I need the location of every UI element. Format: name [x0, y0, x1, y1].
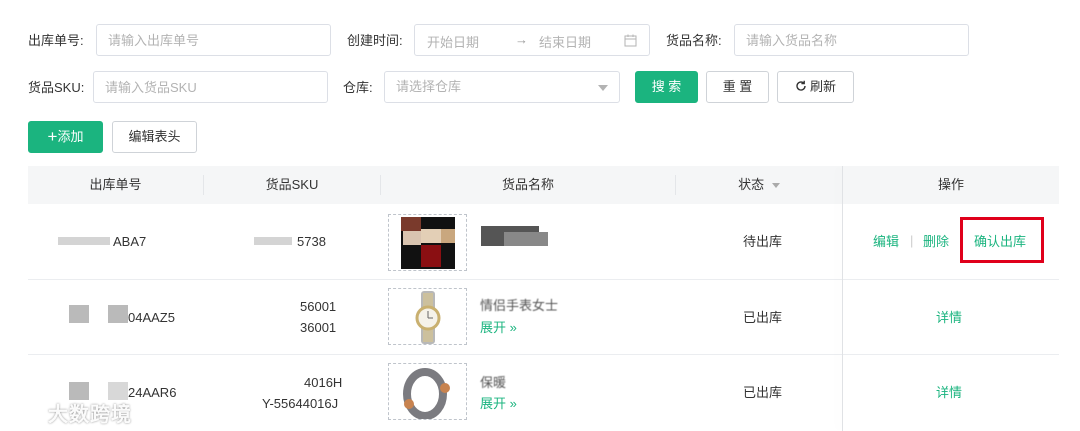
out-no-cell: 04AAZ5 — [128, 310, 175, 325]
detail-link[interactable]: 详情 — [936, 309, 962, 327]
product-image — [401, 217, 455, 269]
sku-cell: 36001 — [300, 320, 337, 335]
table-row: 24AAR6 4016H Y-55644016J 保暖 展开 » 已出库 详情 — [28, 355, 1059, 431]
range-arrow: → — [515, 32, 528, 47]
out-no-label: 出库单号: — [28, 33, 84, 48]
refresh-icon — [796, 80, 806, 91]
reset-button[interactable]: 重 置 — [706, 71, 769, 103]
status-cell: 已出库 — [743, 310, 783, 325]
delete-link[interactable]: 删除 — [923, 233, 949, 251]
created-time-label: 创建时间: — [347, 33, 403, 48]
calendar-icon — [624, 34, 637, 47]
warehouse-placeholder: 请选择仓库 — [396, 79, 462, 94]
expand-link[interactable]: 展开 » — [480, 395, 517, 413]
warehouse-select[interactable]: 请选择仓库 — [384, 71, 620, 103]
out-no-cell: ABA7 — [113, 234, 147, 249]
product-thumbnail[interactable] — [388, 288, 467, 345]
goods-name-cell: 情侣手表女士 — [480, 298, 559, 313]
col-out-no: 出库单号 — [89, 177, 142, 192]
col-operations: 操作 — [937, 177, 964, 192]
edit-header-button[interactable]: 编辑表头 — [112, 121, 197, 153]
end-date-placeholder: 结束日期 — [539, 35, 592, 50]
refresh-button[interactable]: 刷新 — [777, 71, 854, 103]
goods-name-cell: 保暖 — [480, 375, 507, 390]
goods-name-label: 货品名称: — [666, 33, 722, 48]
date-range-picker[interactable]: 开始日期 → 结束日期 — [414, 24, 650, 56]
warehouse-label: 仓库: — [343, 80, 373, 95]
table-row: ABA7 5738 待出库 编辑 | 删除 确认出库 — [28, 204, 1059, 280]
chevron-down-icon — [598, 85, 608, 91]
sku-label: 货品SKU: — [28, 80, 85, 95]
sku-cell: Y-55644016J — [262, 396, 339, 411]
col-sku: 货品SKU — [265, 177, 319, 192]
status-header-label: 状态 — [738, 177, 765, 192]
watermark: 大数跨境 — [8, 398, 132, 427]
refresh-label: 刷新 — [809, 79, 836, 94]
table-row: 04AAZ5 56001 36001 情侣手表女士 展开 » 已出库 详情 — [28, 280, 1059, 355]
search-button[interactable]: 搜 索 — [635, 71, 698, 103]
col-status[interactable]: 状态 — [676, 166, 842, 204]
redacted-block — [254, 237, 292, 245]
status-cell: 已出库 — [743, 385, 783, 400]
out-no-cell: 24AAR6 — [128, 385, 177, 400]
add-label: 添加 — [57, 129, 84, 144]
expand-link[interactable]: 展开 » — [480, 319, 517, 337]
watch-image — [415, 291, 441, 344]
sku-input[interactable] — [93, 71, 328, 103]
redacted-block — [69, 305, 89, 323]
confirm-outbound-link[interactable]: 确认出库 — [974, 233, 1026, 251]
detail-link[interactable]: 详情 — [936, 384, 962, 402]
col-goods-name: 货品名称 — [501, 177, 554, 192]
status-cell: 待出库 — [743, 234, 783, 249]
product-thumbnail[interactable] — [388, 214, 467, 271]
redacted-block — [58, 237, 110, 245]
fixed-column-divider — [842, 166, 843, 431]
sku-cell: 56001 — [300, 299, 337, 314]
chat-bubble-icon — [8, 405, 48, 427]
out-no-input[interactable] — [96, 24, 331, 56]
watermark-text: 大数跨境 — [48, 404, 132, 426]
table-header: 出库单号 货品SKU 货品名称 状态 操作 — [28, 166, 1059, 204]
sku-cell: 5738 — [297, 234, 326, 249]
redacted-block — [504, 232, 548, 246]
bracelet-image — [403, 368, 450, 419]
sort-caret-icon[interactable] — [771, 183, 780, 188]
goods-name-input[interactable] — [734, 24, 969, 56]
plus-icon: + — [47, 127, 58, 146]
op-separator: | — [910, 233, 914, 248]
start-date-placeholder: 开始日期 — [427, 35, 480, 50]
add-button[interactable]: +添加 — [28, 121, 103, 153]
sku-cell: 4016H — [304, 375, 343, 390]
edit-link[interactable]: 编辑 — [873, 233, 899, 251]
product-thumbnail[interactable] — [388, 363, 467, 420]
redacted-block — [108, 305, 128, 323]
